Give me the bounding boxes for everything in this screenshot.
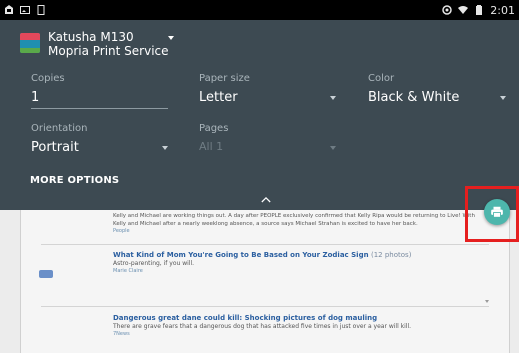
status-time: 2:01 xyxy=(490,3,515,17)
color-dropdown-icon[interactable] xyxy=(500,96,506,100)
status-bar-right: 2:01 xyxy=(442,4,515,17)
story-2-title-text: What Kind of Mom You're Going to Be Base… xyxy=(113,251,369,259)
paper-size-dropdown-icon[interactable] xyxy=(330,96,336,100)
print-button[interactable] xyxy=(484,199,510,225)
story-1-text: Kelly and Michael are working things out… xyxy=(113,213,475,227)
preview-story-3: Dangerous great dane could kill: Shockin… xyxy=(113,313,489,338)
pages-dropdown-icon xyxy=(330,146,336,150)
story-2-photo-count: (12 photos) xyxy=(371,251,412,259)
tablet-icon xyxy=(36,5,46,15)
orientation-select[interactable]: Portrait xyxy=(31,140,79,155)
story-3-source: 7News xyxy=(113,331,130,337)
story-divider xyxy=(41,244,489,245)
printer-dropdown-icon[interactable] xyxy=(168,36,174,40)
printer-info: Katusha M130 Mopria Print Service xyxy=(48,30,169,58)
preview-story-1: Kelly and Michael are working things out… xyxy=(113,212,489,235)
document-preview: Kelly and Michael are working things out… xyxy=(0,210,519,353)
copies-label: Copies xyxy=(31,73,65,84)
story-2-source: Marie Claire xyxy=(113,268,143,274)
paper-size-select[interactable]: Letter xyxy=(199,90,238,105)
more-options-button[interactable]: MORE OPTIONS xyxy=(30,175,119,186)
status-bar: 2:01 xyxy=(0,0,519,20)
paper-size-label: Paper size xyxy=(199,73,250,84)
copies-input[interactable]: 1 xyxy=(31,90,39,105)
status-bar-left xyxy=(4,5,46,15)
pages-select: All 1 xyxy=(199,140,224,153)
color-label: Color xyxy=(368,73,395,84)
orientation-dropdown-icon[interactable] xyxy=(162,146,168,150)
battery-icon xyxy=(474,5,484,15)
story-expand-icon xyxy=(485,300,489,303)
collapse-chevron-icon[interactable] xyxy=(260,194,272,204)
print-icon xyxy=(491,206,503,218)
story-divider xyxy=(41,306,489,307)
printer-logo-icon xyxy=(20,33,40,53)
print-options-panel: Katusha M130 Mopria Print Service Copies… xyxy=(0,20,519,210)
story-1-source: People xyxy=(113,228,130,234)
story-2-sub: Astro-parenting, if you will. xyxy=(113,260,195,267)
printer-selector[interactable]: Katusha M130 Mopria Print Service xyxy=(20,30,169,58)
notification-icon xyxy=(4,5,14,15)
orientation-label: Orientation xyxy=(31,123,88,134)
preview-page: Kelly and Michael are working things out… xyxy=(20,210,510,353)
pages-label: Pages xyxy=(199,123,229,134)
story-3-sub: There are grave fears that a dangerous d… xyxy=(113,323,412,330)
preview-story-2: What Kind of Mom You're Going to Be Base… xyxy=(113,250,489,275)
image-icon xyxy=(20,5,30,15)
story-3-title: Dangerous great dane could kill: Shockin… xyxy=(113,314,378,322)
story-2-title: What Kind of Mom You're Going to Be Base… xyxy=(113,250,489,260)
video-badge-icon xyxy=(39,270,53,278)
vpn-key-icon xyxy=(442,5,453,15)
color-select[interactable]: Black & White xyxy=(368,90,459,105)
copies-underline xyxy=(31,108,168,109)
printer-service: Mopria Print Service xyxy=(48,44,169,58)
wifi-icon xyxy=(458,5,469,15)
printer-name: Katusha M130 xyxy=(48,30,134,44)
